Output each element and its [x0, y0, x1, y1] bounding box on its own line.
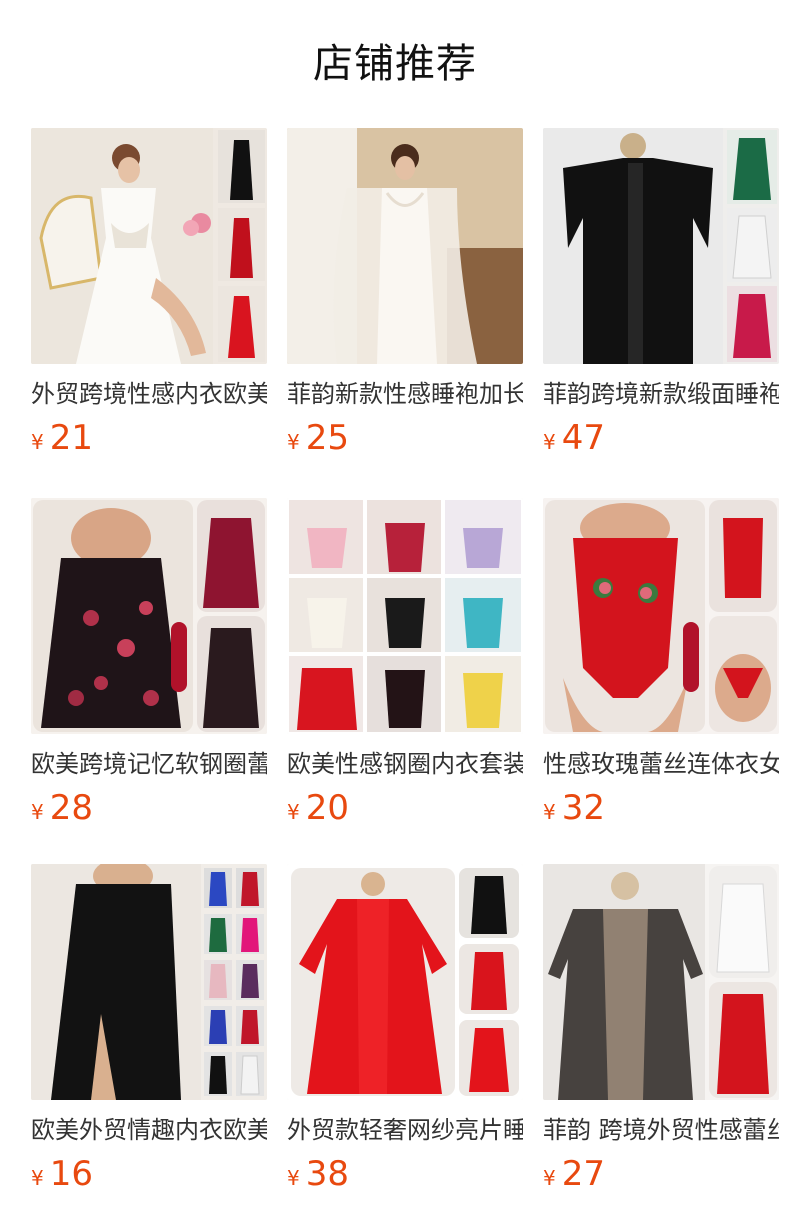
product-price: ¥20 — [287, 786, 349, 830]
product-name[interactable]: 菲韵跨境新款缎面睡袍 — [543, 376, 779, 412]
product-name[interactable]: 外贸款轻奢网纱亮片睡 — [287, 1112, 523, 1148]
price-value: 25 — [305, 418, 349, 458]
currency-symbol: ¥ — [543, 1166, 556, 1190]
currency-symbol: ¥ — [287, 430, 300, 454]
product-card[interactable]: 性感玫瑰蕾丝连体衣女 ¥32 — [543, 498, 779, 838]
currency-symbol: ¥ — [543, 430, 556, 454]
price-value: 27 — [561, 1154, 605, 1194]
price-value: 32 — [561, 788, 605, 828]
product-card[interactable]: 欧美外贸情趣内衣欧美 ¥16 — [31, 864, 267, 1204]
white-satin-robe-product-photo[interactable] — [287, 128, 523, 364]
product-price: ¥38 — [287, 1152, 349, 1196]
price-value: 28 — [49, 788, 93, 828]
product-price: ¥32 — [543, 786, 605, 830]
price-value: 21 — [49, 418, 93, 458]
product-card[interactable]: 欧美性感钢圈内衣套装 ¥20 — [287, 498, 523, 838]
product-card[interactable]: 外贸跨境性感内衣欧美 ¥21 — [31, 128, 267, 468]
product-name[interactable]: 菲韵新款性感睡袍加长 — [287, 376, 523, 412]
product-card[interactable]: 外贸款轻奢网纱亮片睡 ¥38 — [287, 864, 523, 1204]
product-name[interactable]: 欧美外贸情趣内衣欧美 — [31, 1112, 267, 1148]
product-name[interactable]: 欧美性感钢圈内衣套装 — [287, 746, 523, 782]
currency-symbol: ¥ — [287, 800, 300, 824]
currency-symbol: ¥ — [543, 800, 556, 824]
product-price: ¥25 — [287, 416, 349, 460]
black-lace-robe-product-photo[interactable] — [543, 864, 779, 1100]
product-price: ¥28 — [31, 786, 93, 830]
page-title: 店铺推荐 — [313, 41, 477, 87]
currency-symbol: ¥ — [287, 1166, 300, 1190]
price-value: 38 — [305, 1154, 349, 1194]
product-name[interactable]: 外贸跨境性感内衣欧美 — [31, 376, 267, 412]
black-wrap-dress-product-photo[interactable] — [31, 864, 267, 1100]
product-card[interactable]: 菲韵跨境新款缎面睡袍 ¥47 — [543, 128, 779, 468]
product-price: ¥47 — [543, 416, 605, 460]
currency-symbol: ¥ — [31, 430, 44, 454]
product-name[interactable]: 菲韵 跨境外贸性感蕾丝 — [543, 1112, 779, 1148]
lingerie-set-collage-product-photo[interactable] — [287, 498, 523, 734]
product-name[interactable]: 欧美跨境记忆软钢圈蕾 — [31, 746, 267, 782]
currency-symbol: ¥ — [31, 1166, 44, 1190]
product-price: ¥21 — [31, 416, 93, 460]
product-price: ¥27 — [543, 1152, 605, 1196]
floral-slip-dress-product-photo[interactable] — [31, 498, 267, 734]
white-nightgown-product-photo[interactable] — [31, 128, 267, 364]
currency-symbol: ¥ — [31, 800, 44, 824]
price-value: 16 — [49, 1154, 93, 1194]
product-card[interactable]: 菲韵新款性感睡袍加长 ¥25 — [287, 128, 523, 468]
product-price: ¥16 — [31, 1152, 93, 1196]
red-lace-bodysuit-product-photo[interactable] — [543, 498, 779, 734]
product-card[interactable]: 菲韵 跨境外贸性感蕾丝 ¥27 — [543, 864, 779, 1204]
price-value: 20 — [305, 788, 349, 828]
black-satin-robe-product-photo[interactable] — [543, 128, 779, 364]
red-mesh-robe-product-photo[interactable] — [287, 864, 523, 1100]
product-name[interactable]: 性感玫瑰蕾丝连体衣女 — [543, 746, 779, 782]
product-card[interactable]: 欧美跨境记忆软钢圈蕾 ¥28 — [31, 498, 267, 838]
price-value: 47 — [561, 418, 605, 458]
